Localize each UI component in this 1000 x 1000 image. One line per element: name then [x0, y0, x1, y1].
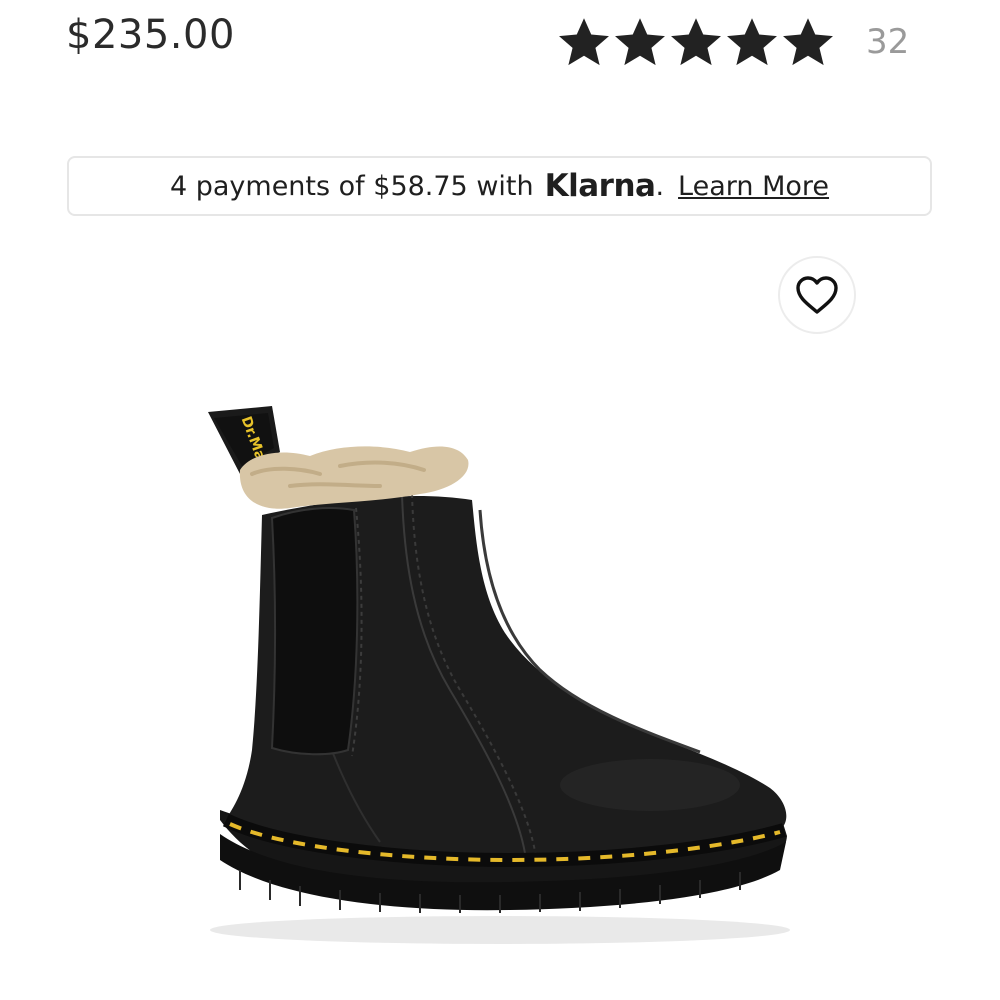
star-icon [780, 14, 836, 70]
product-image[interactable]: Dr.Martens [180, 390, 820, 950]
klarna-installment-text: 4 payments of $58.75 with [169, 170, 534, 202]
rating-stars [556, 14, 836, 70]
wishlist-button[interactable] [778, 256, 856, 334]
klarna-payment-banner: 4 payments of $58.75 with Klarna. Learn … [67, 156, 932, 216]
star-icon [556, 14, 612, 70]
product-rating[interactable]: 32 [556, 12, 909, 72]
star-icon [724, 14, 780, 70]
star-icon [668, 14, 724, 70]
review-count[interactable]: 32 [866, 22, 909, 62]
learn-more-link[interactable]: Learn More [678, 171, 829, 202]
star-icon [612, 14, 668, 70]
chelsea-boot-image: Dr.Martens [208, 406, 790, 944]
klarna-logo: Klarna [544, 168, 656, 204]
product-price: $235.00 [66, 12, 235, 58]
klarna-period: . [655, 170, 665, 202]
heart-outline-icon [796, 276, 838, 314]
